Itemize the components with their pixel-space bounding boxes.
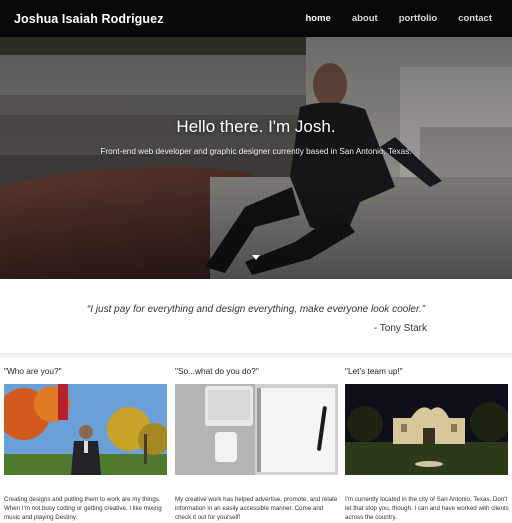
card-what-do-you-do: "So...what do you do?" My creative work … <box>175 366 339 523</box>
card-text: Creating designs and putting them to wor… <box>4 496 162 522</box>
card-image-alamo <box>345 384 508 475</box>
card-text: My creative work has helped advertise, p… <box>175 496 338 522</box>
hero-title: Hello there. I'm Josh. <box>176 117 336 136</box>
card-title: "Who are you?" <box>4 366 62 376</box>
card-who-are-you: "Who are you?" Creating designs and putt… <box>4 366 168 523</box>
card-text: I'm currently located in the city of San… <box>345 496 509 522</box>
chevron-down-icon[interactable] <box>252 255 260 260</box>
hero-subtitle: Front-end web developer and graphic desi… <box>100 147 412 156</box>
nav-link-portfolio[interactable]: portfolio <box>399 13 438 24</box>
quote-section: “I just pay for everything and design ev… <box>0 279 512 354</box>
brand-name[interactable]: Joshua Isaiah Rodriguez <box>14 12 164 26</box>
nav-link-home[interactable]: home <box>305 13 330 24</box>
navbar: Joshua Isaiah Rodriguez home about portf… <box>0 0 512 37</box>
card-title: "Let's team up!" <box>345 366 403 376</box>
nav-link-contact[interactable]: contact <box>458 13 492 24</box>
card-image-portrait <box>4 384 167 475</box>
quote-text: “I just pay for everything and design ev… <box>86 304 426 315</box>
card-team-up: "Let's team up!" I'm currently located i… <box>345 366 509 523</box>
nav-link-about[interactable]: about <box>352 13 378 24</box>
nav-menu: home about portfolio contact <box>284 13 492 24</box>
hero-section: Hello there. I'm Josh. Front-end web dev… <box>0 37 512 279</box>
section-divider <box>0 353 512 359</box>
quote-author: - Tony Stark <box>373 323 427 334</box>
card-title: "So...what do you do?" <box>175 366 259 376</box>
hero-background-photo <box>0 37 512 279</box>
card-image-workspace <box>175 384 338 475</box>
